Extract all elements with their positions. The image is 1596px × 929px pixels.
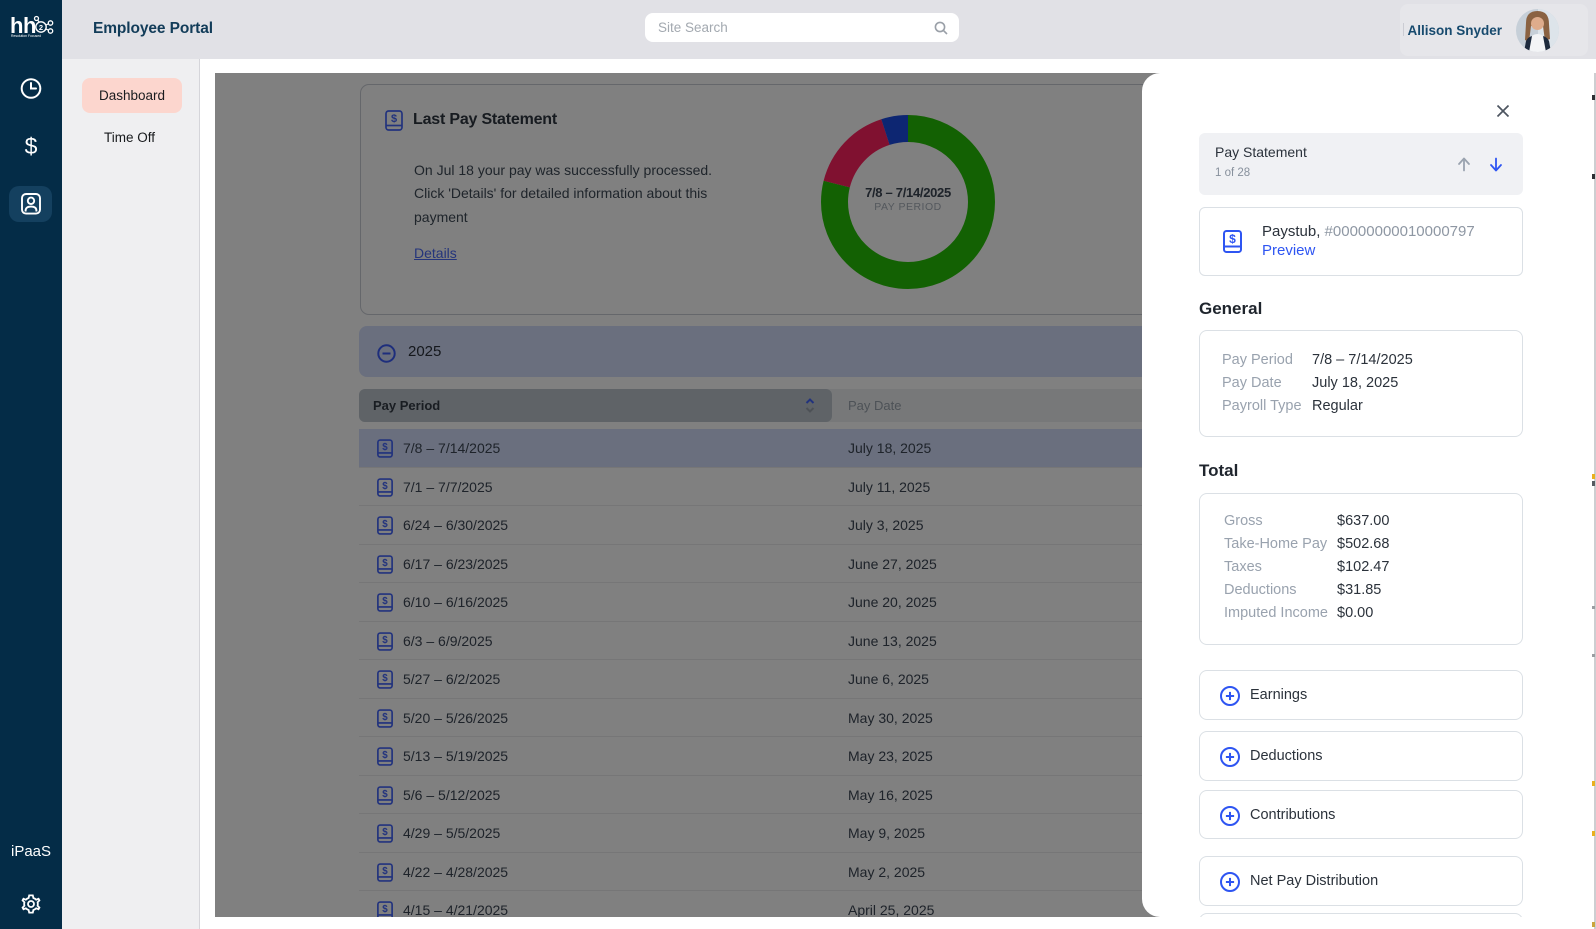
svg-text:$: $	[1229, 232, 1236, 246]
svg-text:2: 2	[39, 23, 43, 32]
